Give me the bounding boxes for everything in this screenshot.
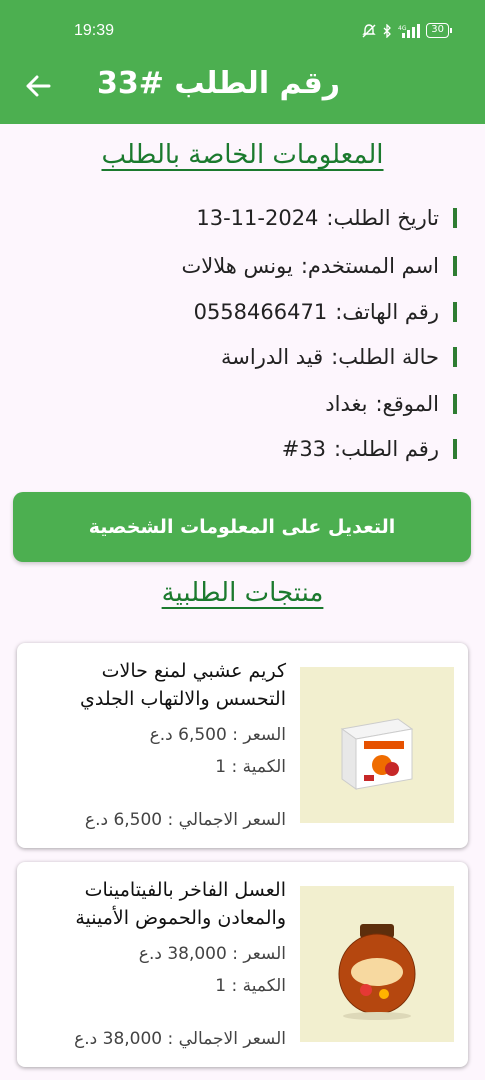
- product-name: العسل الفاخر بالفيتامينات والمعادن والحم…: [75, 879, 286, 929]
- back-button[interactable]: [20, 68, 56, 104]
- status-icons: 4G 30: [362, 23, 452, 38]
- row-marker: [453, 347, 457, 367]
- page-title: رقم الطلب #33: [97, 66, 340, 101]
- honey-jar-image: [338, 924, 416, 1020]
- info-row-status: حالة الطلب: قيد الدراسة: [221, 345, 457, 369]
- edit-personal-info-button[interactable]: التعديل على المعلومات الشخصية: [13, 492, 471, 562]
- info-label: تاريخ الطلب:: [326, 206, 439, 230]
- info-row-username: اسم المستخدم: يونس هلالات: [181, 254, 457, 278]
- product-card[interactable]: كريم عشبي لمنع حالات التحسس والالتهاب ال…: [17, 643, 468, 848]
- mute-icon: [362, 23, 376, 37]
- signal-icon: 4G: [398, 23, 421, 38]
- cream-box-image: [340, 718, 414, 790]
- order-info-heading: المعلومات الخاصة بالطلب: [101, 140, 384, 170]
- product-quantity: الكمية : 1: [215, 757, 286, 777]
- product-total: السعر الاجمالي : 6,500 د.ع: [84, 810, 286, 830]
- info-label: رقم الطلب:: [334, 437, 439, 461]
- product-total: السعر الاجمالي : 38,000 د.ع: [74, 1029, 286, 1049]
- info-value: 0558466471: [193, 300, 328, 324]
- info-value: يونس هلالات: [181, 254, 293, 278]
- row-marker: [453, 208, 457, 228]
- status-bar: 19:39 4G 30: [0, 20, 485, 46]
- info-label: اسم المستخدم:: [300, 254, 439, 278]
- info-value: #33: [281, 437, 327, 461]
- product-details: كريم عشبي لمنع حالات التحسس والالتهاب ال…: [46, 657, 286, 777]
- row-marker: [453, 394, 457, 414]
- info-label: حالة الطلب:: [331, 345, 439, 369]
- product-image: [300, 667, 454, 823]
- product-price: السعر : 38,000 د.ع: [138, 944, 286, 964]
- status-time: 19:39: [74, 22, 115, 39]
- svg-text:4G: 4G: [398, 25, 407, 32]
- row-marker: [453, 302, 457, 322]
- bluetooth-icon: [383, 23, 392, 38]
- product-name: كريم عشبي لمنع حالات التحسس والالتهاب ال…: [79, 660, 286, 710]
- product-image: [300, 886, 454, 1042]
- product-details: العسل الفاخر بالفيتامينات والمعادن والحم…: [46, 876, 286, 996]
- info-row-order-number: رقم الطلب: #33: [282, 437, 457, 461]
- row-marker: [453, 256, 457, 276]
- info-label: الموقع:: [375, 392, 439, 416]
- info-value: قيد الدراسة: [221, 345, 324, 369]
- products-heading: منتجات الطلبية: [161, 578, 324, 608]
- battery-icon: 30: [426, 23, 452, 38]
- info-value: بغداد: [325, 392, 368, 416]
- row-marker: [453, 439, 457, 459]
- app-header: 19:39 4G 30 رقم الطلب #33: [0, 0, 485, 124]
- info-label: رقم الهاتف:: [335, 300, 439, 324]
- info-row-date: تاريخ الطلب: 13-11-2024: [196, 206, 457, 230]
- info-row-location: الموقع: بغداد: [325, 392, 457, 416]
- product-quantity: الكمية : 1: [215, 976, 286, 996]
- info-value: 13-11-2024: [196, 206, 319, 230]
- product-price: السعر : 6,500 د.ع: [149, 725, 286, 745]
- info-row-phone: رقم الهاتف: 0558466471: [194, 300, 457, 324]
- arrow-left-icon: [26, 75, 51, 97]
- product-card[interactable]: العسل الفاخر بالفيتامينات والمعادن والحم…: [17, 862, 468, 1067]
